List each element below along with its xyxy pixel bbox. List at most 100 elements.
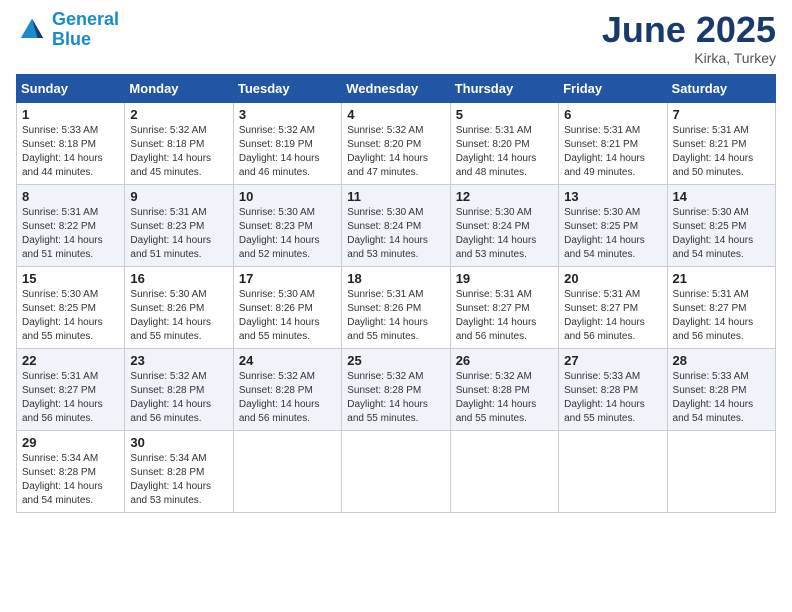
calendar-cell: 21 Sunrise: 5:31 AMSunset: 8:27 PMDaylig… <box>667 266 775 348</box>
day-info: Sunrise: 5:31 AMSunset: 8:27 PMDaylight:… <box>456 289 537 342</box>
day-number: 28 <box>673 353 770 368</box>
day-number: 2 <box>130 107 227 122</box>
calendar-week-row: 15 Sunrise: 5:30 AMSunset: 8:25 PMDaylig… <box>17 266 776 348</box>
calendar-cell: 6 Sunrise: 5:31 AMSunset: 8:21 PMDayligh… <box>559 102 667 184</box>
day-number: 15 <box>22 271 119 286</box>
calendar-week-row: 22 Sunrise: 5:31 AMSunset: 8:27 PMDaylig… <box>17 348 776 430</box>
calendar-cell: 20 Sunrise: 5:31 AMSunset: 8:27 PMDaylig… <box>559 266 667 348</box>
day-info: Sunrise: 5:32 AMSunset: 8:18 PMDaylight:… <box>130 125 211 178</box>
calendar-cell: 26 Sunrise: 5:32 AMSunset: 8:28 PMDaylig… <box>450 348 558 430</box>
logo-text: General Blue <box>52 10 119 50</box>
weekday-header: Tuesday <box>233 74 341 102</box>
calendar-cell: 2 Sunrise: 5:32 AMSunset: 8:18 PMDayligh… <box>125 102 233 184</box>
day-number: 18 <box>347 271 444 286</box>
day-number: 19 <box>456 271 553 286</box>
calendar-cell: 1 Sunrise: 5:33 AMSunset: 8:18 PMDayligh… <box>17 102 125 184</box>
day-number: 13 <box>564 189 661 204</box>
weekday-header-row: SundayMondayTuesdayWednesdayThursdayFrid… <box>17 74 776 102</box>
calendar-week-row: 29 Sunrise: 5:34 AMSunset: 8:28 PMDaylig… <box>17 430 776 512</box>
day-number: 11 <box>347 189 444 204</box>
page: General Blue June 2025 Kirka, Turkey Sun… <box>0 0 792 529</box>
day-number: 16 <box>130 271 227 286</box>
day-number: 17 <box>239 271 336 286</box>
day-number: 21 <box>673 271 770 286</box>
calendar-cell: 13 Sunrise: 5:30 AMSunset: 8:25 PMDaylig… <box>559 184 667 266</box>
day-number: 8 <box>22 189 119 204</box>
calendar-cell <box>450 430 558 512</box>
calendar-cell: 17 Sunrise: 5:30 AMSunset: 8:26 PMDaylig… <box>233 266 341 348</box>
day-number: 29 <box>22 435 119 450</box>
day-info: Sunrise: 5:32 AMSunset: 8:20 PMDaylight:… <box>347 125 428 178</box>
calendar-cell: 12 Sunrise: 5:30 AMSunset: 8:24 PMDaylig… <box>450 184 558 266</box>
calendar-cell: 23 Sunrise: 5:32 AMSunset: 8:28 PMDaylig… <box>125 348 233 430</box>
calendar-cell: 22 Sunrise: 5:31 AMSunset: 8:27 PMDaylig… <box>17 348 125 430</box>
day-number: 12 <box>456 189 553 204</box>
calendar-cell <box>559 430 667 512</box>
calendar-cell: 29 Sunrise: 5:34 AMSunset: 8:28 PMDaylig… <box>17 430 125 512</box>
day-number: 30 <box>130 435 227 450</box>
day-number: 22 <box>22 353 119 368</box>
day-number: 24 <box>239 353 336 368</box>
calendar-cell: 14 Sunrise: 5:30 AMSunset: 8:25 PMDaylig… <box>667 184 775 266</box>
calendar-week-row: 8 Sunrise: 5:31 AMSunset: 8:22 PMDayligh… <box>17 184 776 266</box>
day-info: Sunrise: 5:32 AMSunset: 8:28 PMDaylight:… <box>239 371 320 424</box>
calendar-cell <box>233 430 341 512</box>
calendar-cell: 9 Sunrise: 5:31 AMSunset: 8:23 PMDayligh… <box>125 184 233 266</box>
day-info: Sunrise: 5:30 AMSunset: 8:25 PMDaylight:… <box>22 289 103 342</box>
day-info: Sunrise: 5:31 AMSunset: 8:21 PMDaylight:… <box>564 125 645 178</box>
weekday-header: Sunday <box>17 74 125 102</box>
calendar-cell: 3 Sunrise: 5:32 AMSunset: 8:19 PMDayligh… <box>233 102 341 184</box>
weekday-header: Monday <box>125 74 233 102</box>
day-number: 9 <box>130 189 227 204</box>
day-info: Sunrise: 5:32 AMSunset: 8:19 PMDaylight:… <box>239 125 320 178</box>
weekday-header: Thursday <box>450 74 558 102</box>
calendar-cell: 19 Sunrise: 5:31 AMSunset: 8:27 PMDaylig… <box>450 266 558 348</box>
day-info: Sunrise: 5:30 AMSunset: 8:24 PMDaylight:… <box>347 207 428 260</box>
calendar-cell <box>667 430 775 512</box>
day-info: Sunrise: 5:31 AMSunset: 8:26 PMDaylight:… <box>347 289 428 342</box>
calendar-cell: 18 Sunrise: 5:31 AMSunset: 8:26 PMDaylig… <box>342 266 450 348</box>
location: Kirka, Turkey <box>602 50 776 66</box>
day-number: 7 <box>673 107 770 122</box>
day-info: Sunrise: 5:30 AMSunset: 8:25 PMDaylight:… <box>564 207 645 260</box>
day-info: Sunrise: 5:33 AMSunset: 8:28 PMDaylight:… <box>673 371 754 424</box>
day-number: 3 <box>239 107 336 122</box>
day-info: Sunrise: 5:33 AMSunset: 8:18 PMDaylight:… <box>22 125 103 178</box>
calendar-cell: 4 Sunrise: 5:32 AMSunset: 8:20 PMDayligh… <box>342 102 450 184</box>
day-info: Sunrise: 5:34 AMSunset: 8:28 PMDaylight:… <box>22 453 103 506</box>
calendar-cell: 16 Sunrise: 5:30 AMSunset: 8:26 PMDaylig… <box>125 266 233 348</box>
day-number: 23 <box>130 353 227 368</box>
calendar-cell: 25 Sunrise: 5:32 AMSunset: 8:28 PMDaylig… <box>342 348 450 430</box>
logo: General Blue <box>16 10 119 50</box>
day-number: 6 <box>564 107 661 122</box>
day-info: Sunrise: 5:31 AMSunset: 8:21 PMDaylight:… <box>673 125 754 178</box>
month-title: June 2025 <box>602 10 776 50</box>
day-info: Sunrise: 5:33 AMSunset: 8:28 PMDaylight:… <box>564 371 645 424</box>
calendar-cell <box>342 430 450 512</box>
day-info: Sunrise: 5:31 AMSunset: 8:27 PMDaylight:… <box>22 371 103 424</box>
calendar-cell: 27 Sunrise: 5:33 AMSunset: 8:28 PMDaylig… <box>559 348 667 430</box>
calendar-week-row: 1 Sunrise: 5:33 AMSunset: 8:18 PMDayligh… <box>17 102 776 184</box>
day-info: Sunrise: 5:31 AMSunset: 8:20 PMDaylight:… <box>456 125 537 178</box>
calendar-table: SundayMondayTuesdayWednesdayThursdayFrid… <box>16 74 776 513</box>
day-number: 20 <box>564 271 661 286</box>
day-info: Sunrise: 5:32 AMSunset: 8:28 PMDaylight:… <box>347 371 428 424</box>
weekday-header: Wednesday <box>342 74 450 102</box>
day-info: Sunrise: 5:34 AMSunset: 8:28 PMDaylight:… <box>130 453 211 506</box>
calendar-cell: 30 Sunrise: 5:34 AMSunset: 8:28 PMDaylig… <box>125 430 233 512</box>
day-info: Sunrise: 5:30 AMSunset: 8:26 PMDaylight:… <box>130 289 211 342</box>
day-info: Sunrise: 5:32 AMSunset: 8:28 PMDaylight:… <box>130 371 211 424</box>
calendar-cell: 28 Sunrise: 5:33 AMSunset: 8:28 PMDaylig… <box>667 348 775 430</box>
calendar-cell: 10 Sunrise: 5:30 AMSunset: 8:23 PMDaylig… <box>233 184 341 266</box>
calendar-cell: 8 Sunrise: 5:31 AMSunset: 8:22 PMDayligh… <box>17 184 125 266</box>
calendar-cell: 24 Sunrise: 5:32 AMSunset: 8:28 PMDaylig… <box>233 348 341 430</box>
day-info: Sunrise: 5:30 AMSunset: 8:26 PMDaylight:… <box>239 289 320 342</box>
day-info: Sunrise: 5:31 AMSunset: 8:22 PMDaylight:… <box>22 207 103 260</box>
day-number: 27 <box>564 353 661 368</box>
day-number: 25 <box>347 353 444 368</box>
day-info: Sunrise: 5:31 AMSunset: 8:27 PMDaylight:… <box>564 289 645 342</box>
day-number: 14 <box>673 189 770 204</box>
day-number: 4 <box>347 107 444 122</box>
day-info: Sunrise: 5:30 AMSunset: 8:25 PMDaylight:… <box>673 207 754 260</box>
weekday-header: Friday <box>559 74 667 102</box>
